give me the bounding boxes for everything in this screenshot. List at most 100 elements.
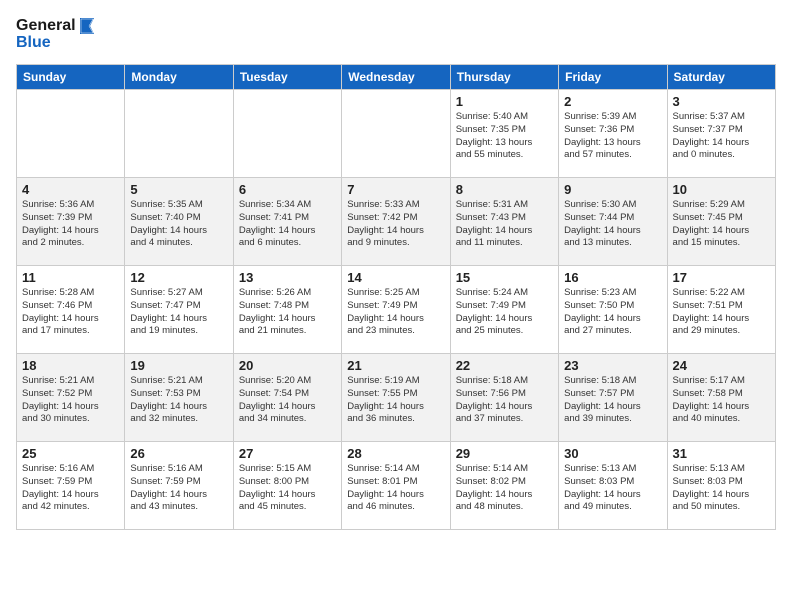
- day-number: 10: [673, 182, 770, 197]
- weekday-header-wednesday: Wednesday: [342, 65, 450, 90]
- day-number: 12: [130, 270, 227, 285]
- day-number: 26: [130, 446, 227, 461]
- calendar-cell: [17, 90, 125, 178]
- calendar-cell: 16 Sunrise: 5:23 AM Sunset: 7:50 PM Dayli…: [559, 266, 667, 354]
- calendar-cell: [342, 90, 450, 178]
- day-info: Sunrise: 5:18 AM Sunset: 7:56 PM Dayligh…: [456, 375, 553, 426]
- day-number: 31: [673, 446, 770, 461]
- day-number: 30: [564, 446, 661, 461]
- day-number: 3: [673, 94, 770, 109]
- day-info: Sunrise: 5:16 AM Sunset: 7:59 PM Dayligh…: [130, 463, 227, 514]
- day-number: 29: [456, 446, 553, 461]
- calendar-cell: 29 Sunrise: 5:14 AM Sunset: 8:02 PM Dayli…: [450, 442, 558, 530]
- logo-general-text: General: [16, 17, 76, 35]
- day-info: Sunrise: 5:15 AM Sunset: 8:00 PM Dayligh…: [239, 463, 336, 514]
- day-number: 19: [130, 358, 227, 373]
- day-info: Sunrise: 5:39 AM Sunset: 7:36 PM Dayligh…: [564, 111, 661, 162]
- day-number: 25: [22, 446, 119, 461]
- calendar-cell: [125, 90, 233, 178]
- calendar-cell: 21 Sunrise: 5:19 AM Sunset: 7:55 PM Dayli…: [342, 354, 450, 442]
- day-number: 4: [22, 182, 119, 197]
- calendar-cell: 11Sunrise: 5:28 AM Sunset: 7:46 PM Dayli…: [17, 266, 125, 354]
- day-number: 20: [239, 358, 336, 373]
- calendar-cell: 13 Sunrise: 5:26 AM Sunset: 7:48 PM Dayli…: [233, 266, 341, 354]
- day-number: 24: [673, 358, 770, 373]
- calendar-cell: 19 Sunrise: 5:21 AM Sunset: 7:53 PM Dayli…: [125, 354, 233, 442]
- day-info: Sunrise: 5:18 AM Sunset: 7:57 PM Dayligh…: [564, 375, 661, 426]
- calendar-cell: 5 Sunrise: 5:35 AM Sunset: 7:40 PM Daylig…: [125, 178, 233, 266]
- calendar-cell: 10 Sunrise: 5:29 AM Sunset: 7:45 PM Dayli…: [667, 178, 775, 266]
- calendar-cell: 30 Sunrise: 5:13 AM Sunset: 8:03 PM Dayli…: [559, 442, 667, 530]
- day-info: Sunrise: 5:23 AM Sunset: 7:50 PM Dayligh…: [564, 287, 661, 338]
- day-info: Sunrise: 5:16 AM Sunset: 7:59 PM Dayligh…: [22, 463, 119, 514]
- calendar-cell: 15 Sunrise: 5:24 AM Sunset: 7:49 PM Dayli…: [450, 266, 558, 354]
- day-number: 13: [239, 270, 336, 285]
- calendar-table: SundayMondayTuesdayWednesdayThursdayFrid…: [16, 64, 776, 530]
- day-number: 27: [239, 446, 336, 461]
- day-number: 8: [456, 182, 553, 197]
- calendar-cell: 3Sunrise: 5:37 AM Sunset: 7:37 PM Daylig…: [667, 90, 775, 178]
- weekday-header-monday: Monday: [125, 65, 233, 90]
- calendar-cell: [233, 90, 341, 178]
- day-info: Sunrise: 5:13 AM Sunset: 8:03 PM Dayligh…: [673, 463, 770, 514]
- day-info: Sunrise: 5:22 AM Sunset: 7:51 PM Dayligh…: [673, 287, 770, 338]
- day-info: Sunrise: 5:14 AM Sunset: 8:01 PM Dayligh…: [347, 463, 444, 514]
- day-info: Sunrise: 5:35 AM Sunset: 7:40 PM Dayligh…: [130, 199, 227, 250]
- weekday-header-friday: Friday: [559, 65, 667, 90]
- logo-blue-text: Blue: [16, 34, 51, 52]
- day-number: 17: [673, 270, 770, 285]
- day-info: Sunrise: 5:26 AM Sunset: 7:48 PM Dayligh…: [239, 287, 336, 338]
- calendar-cell: 17 Sunrise: 5:22 AM Sunset: 7:51 PM Dayli…: [667, 266, 775, 354]
- calendar-cell: 14 Sunrise: 5:25 AM Sunset: 7:49 PM Dayli…: [342, 266, 450, 354]
- calendar-cell: 18 Sunrise: 5:21 AM Sunset: 7:52 PM Dayli…: [17, 354, 125, 442]
- calendar-cell: 1 Sunrise: 5:40 AM Sunset: 7:35 PM Daylig…: [450, 90, 558, 178]
- calendar-cell: 31 Sunrise: 5:13 AM Sunset: 8:03 PM Dayli…: [667, 442, 775, 530]
- day-number: 9: [564, 182, 661, 197]
- day-number: 7: [347, 182, 444, 197]
- day-info: Sunrise: 5:29 AM Sunset: 7:45 PM Dayligh…: [673, 199, 770, 250]
- day-info: Sunrise: 5:13 AM Sunset: 8:03 PM Dayligh…: [564, 463, 661, 514]
- calendar-cell: 24 Sunrise: 5:17 AM Sunset: 7:58 PM Dayli…: [667, 354, 775, 442]
- weekday-header-tuesday: Tuesday: [233, 65, 341, 90]
- calendar-cell: 20Sunrise: 5:20 AM Sunset: 7:54 PM Dayli…: [233, 354, 341, 442]
- calendar-cell: 9 Sunrise: 5:30 AM Sunset: 7:44 PM Daylig…: [559, 178, 667, 266]
- day-info: Sunrise: 5:14 AM Sunset: 8:02 PM Dayligh…: [456, 463, 553, 514]
- calendar-cell: 22Sunrise: 5:18 AM Sunset: 7:56 PM Dayli…: [450, 354, 558, 442]
- day-number: 1: [456, 94, 553, 109]
- weekday-header-thursday: Thursday: [450, 65, 558, 90]
- calendar-cell: 4 Sunrise: 5:36 AM Sunset: 7:39 PM Daylig…: [17, 178, 125, 266]
- day-number: 15: [456, 270, 553, 285]
- day-number: 14: [347, 270, 444, 285]
- day-info: Sunrise: 5:28 AM Sunset: 7:46 PM Dayligh…: [22, 287, 119, 338]
- day-number: 21: [347, 358, 444, 373]
- page-header: General Blue: [16, 16, 776, 52]
- day-number: 6: [239, 182, 336, 197]
- calendar-week-row: 18 Sunrise: 5:21 AM Sunset: 7:52 PM Dayli…: [17, 354, 776, 442]
- day-number: 23: [564, 358, 661, 373]
- calendar-cell: 26 Sunrise: 5:16 AM Sunset: 7:59 PM Dayli…: [125, 442, 233, 530]
- calendar-week-row: 25 Sunrise: 5:16 AM Sunset: 7:59 PM Dayli…: [17, 442, 776, 530]
- calendar-cell: 7 Sunrise: 5:33 AM Sunset: 7:42 PM Daylig…: [342, 178, 450, 266]
- day-number: 28: [347, 446, 444, 461]
- calendar-cell: 28 Sunrise: 5:14 AM Sunset: 8:01 PM Dayli…: [342, 442, 450, 530]
- day-info: Sunrise: 5:24 AM Sunset: 7:49 PM Dayligh…: [456, 287, 553, 338]
- calendar-cell: 8 Sunrise: 5:31 AM Sunset: 7:43 PM Daylig…: [450, 178, 558, 266]
- day-info: Sunrise: 5:19 AM Sunset: 7:55 PM Dayligh…: [347, 375, 444, 426]
- day-info: Sunrise: 5:31 AM Sunset: 7:43 PM Dayligh…: [456, 199, 553, 250]
- day-info: Sunrise: 5:25 AM Sunset: 7:49 PM Dayligh…: [347, 287, 444, 338]
- day-info: Sunrise: 5:33 AM Sunset: 7:42 PM Dayligh…: [347, 199, 444, 250]
- day-info: Sunrise: 5:34 AM Sunset: 7:41 PM Dayligh…: [239, 199, 336, 250]
- day-number: 18: [22, 358, 119, 373]
- day-info: Sunrise: 5:40 AM Sunset: 7:35 PM Dayligh…: [456, 111, 553, 162]
- day-number: 5: [130, 182, 227, 197]
- calendar-cell: 27 Sunrise: 5:15 AM Sunset: 8:00 PM Dayli…: [233, 442, 341, 530]
- logo: General Blue: [16, 16, 98, 52]
- weekday-header-sunday: Sunday: [17, 65, 125, 90]
- day-info: Sunrise: 5:21 AM Sunset: 7:52 PM Dayligh…: [22, 375, 119, 426]
- day-number: 16: [564, 270, 661, 285]
- calendar-week-row: 4 Sunrise: 5:36 AM Sunset: 7:39 PM Daylig…: [17, 178, 776, 266]
- day-info: Sunrise: 5:36 AM Sunset: 7:39 PM Dayligh…: [22, 199, 119, 250]
- day-info: Sunrise: 5:17 AM Sunset: 7:58 PM Dayligh…: [673, 375, 770, 426]
- day-info: Sunrise: 5:21 AM Sunset: 7:53 PM Dayligh…: [130, 375, 227, 426]
- day-info: Sunrise: 5:30 AM Sunset: 7:44 PM Dayligh…: [564, 199, 661, 250]
